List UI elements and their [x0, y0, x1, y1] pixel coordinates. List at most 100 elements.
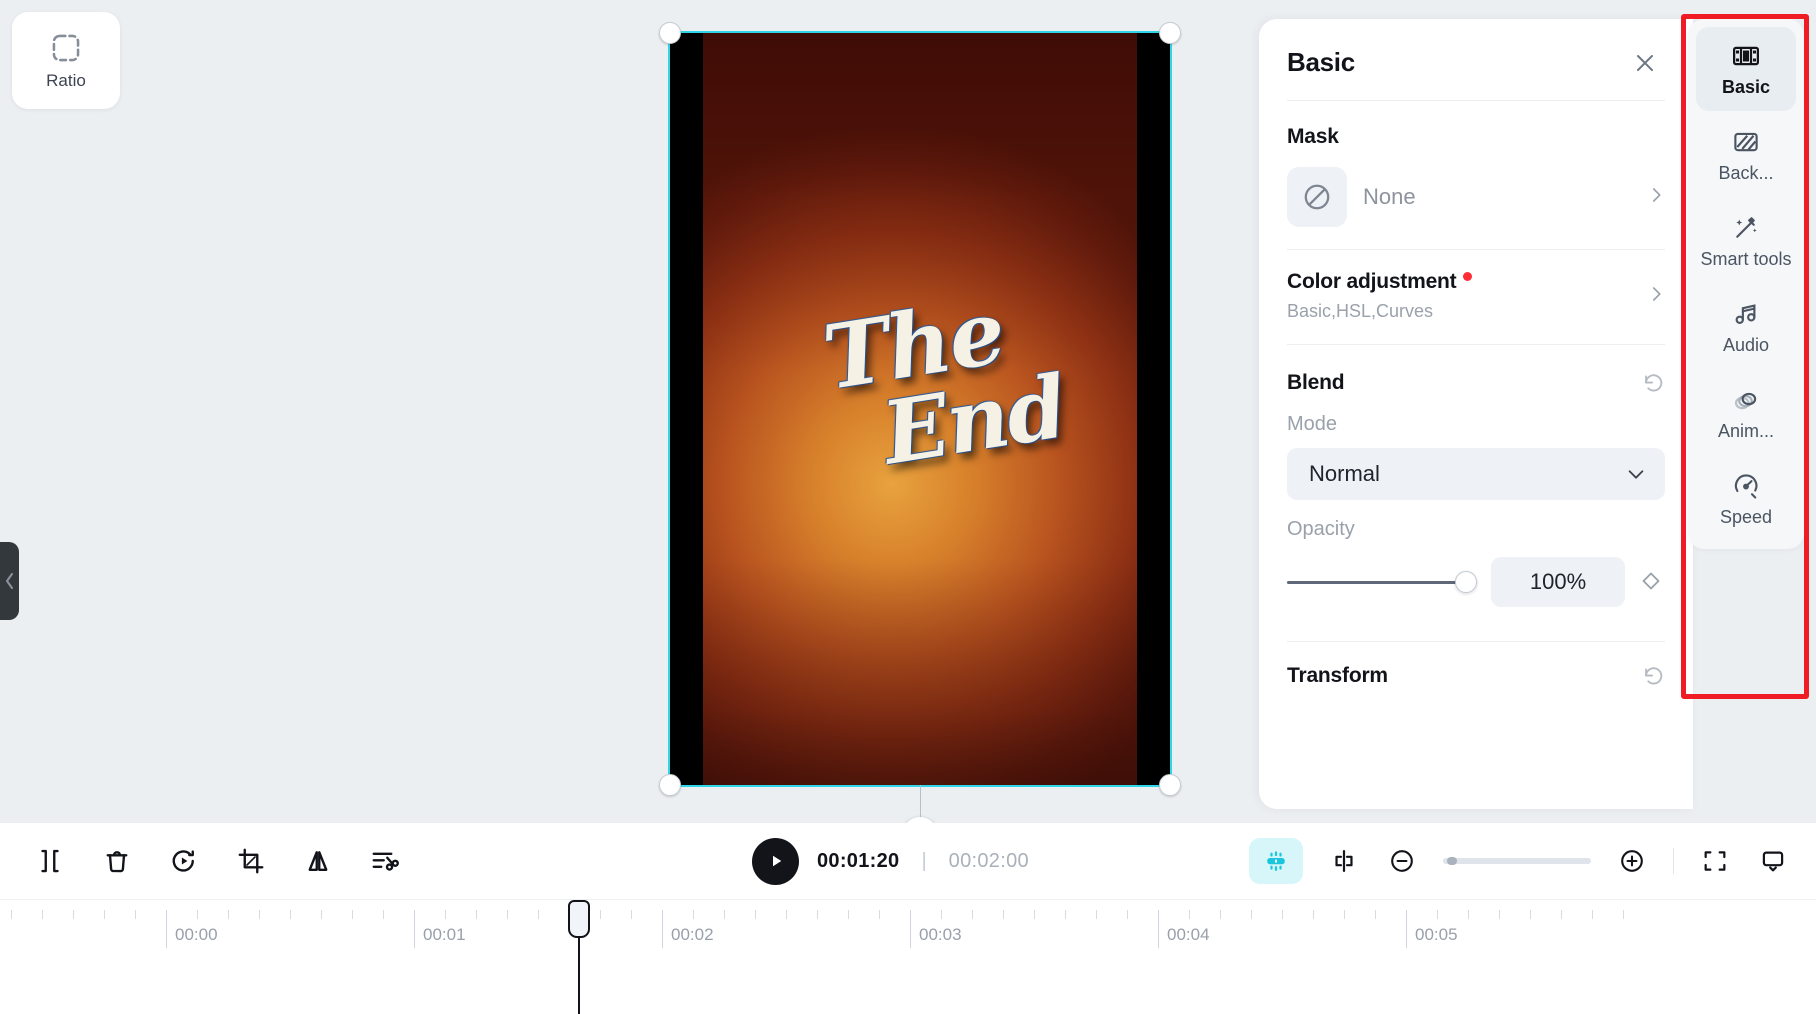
play-icon [772, 855, 781, 867]
color-adjustment-badge [1463, 272, 1473, 281]
tool-item-animation[interactable]: Anim... [1696, 371, 1796, 455]
timeline-tick-minor [1344, 910, 1345, 919]
play-button[interactable] [752, 837, 799, 885]
timeline-tick-minor [1065, 910, 1066, 919]
timeline-tick-minor [972, 910, 973, 919]
bottom-toolbar: 00:01:20 | 00:02:00 [0, 823, 1816, 899]
trash-icon [106, 851, 128, 873]
timeline-tick-minor [1282, 910, 1283, 919]
panel-close-button[interactable] [1631, 49, 1659, 77]
resize-handle-bottom-left[interactable] [659, 774, 681, 796]
timeline-ruler[interactable]: 00:00 00:01 00:02 00:03 00:04 00:05 [0, 900, 1816, 948]
timeline-tick-minor [1561, 910, 1562, 919]
timeline-tick-minor [197, 910, 198, 919]
transform-reset-button[interactable] [1642, 665, 1665, 688]
timeline-tick-major [910, 910, 911, 948]
mirror-button[interactable] [301, 844, 335, 878]
divider [1673, 848, 1674, 874]
resize-handle-bottom-right[interactable] [1159, 774, 1181, 796]
tool-item-background[interactable]: Back... [1696, 113, 1796, 197]
speedometer-icon [1734, 474, 1758, 499]
color-adjustment-sub: Basic,HSL,Curves [1287, 301, 1434, 321]
tool-item-basic[interactable]: Basic [1696, 27, 1796, 111]
timeline-tick-minor [445, 910, 446, 919]
fit-screen-icon [1704, 851, 1726, 871]
snap-center-button[interactable] [1327, 844, 1361, 878]
blend-mode-select[interactable]: Normal [1287, 448, 1665, 500]
zoom-slider-knob[interactable] [1447, 857, 1457, 865]
toolbar-left-tools [0, 844, 402, 878]
panel-collapse-tab[interactable] [0, 542, 19, 620]
timeline-tick-minor [352, 910, 353, 919]
tool-item-basic-label: Basic [1721, 76, 1771, 97]
video-editor-app: Ratio The End Basic Mask None Color adju… [0, 0, 1816, 1014]
film-strip-icon [1733, 46, 1759, 66]
chevron-right-icon [1647, 186, 1665, 209]
preview-selection[interactable]: The End [659, 22, 1181, 851]
ratio-button[interactable]: Ratio [12, 12, 120, 109]
playhead-handle[interactable] [568, 900, 590, 938]
display-options-button[interactable] [1756, 844, 1790, 878]
auto-cut-button[interactable] [368, 844, 402, 878]
timeline[interactable]: 00:00 00:01 00:02 00:03 00:04 00:05 [0, 899, 1816, 1014]
zoom-out-button[interactable] [1385, 844, 1419, 878]
opacity-slider[interactable] [1287, 571, 1477, 593]
opacity-keyframe-button[interactable] [1639, 569, 1665, 595]
current-time: 00:01:20 [817, 849, 900, 872]
tool-item-speed-label: Speed [1719, 506, 1773, 527]
tool-item-speed[interactable]: Speed [1696, 457, 1796, 541]
magic-auto-icon [1267, 851, 1285, 871]
timeline-tick-label: 00:00 [175, 925, 218, 944]
tool-item-smart-tools[interactable]: Smart tools [1696, 199, 1796, 283]
divider [1287, 344, 1665, 345]
timeline-tick-minor [1034, 910, 1035, 919]
timeline-tick-minor [476, 910, 477, 919]
zoom-in-button[interactable] [1615, 844, 1649, 878]
timeline-tick-minor [1096, 910, 1097, 919]
timeline-tick-minor [538, 910, 539, 919]
video-preview[interactable]: The End [668, 31, 1172, 787]
opacity-slider-knob[interactable] [1455, 571, 1477, 593]
timeline-tick-minor [1592, 910, 1593, 919]
opacity-value-input[interactable]: 100% [1491, 557, 1625, 607]
timeline-tick-minor [507, 910, 508, 919]
timeline-playhead[interactable] [568, 900, 590, 1014]
keyframe-diamond-icon [1642, 572, 1660, 590]
timeline-tick-minor [848, 910, 849, 919]
no-mask-icon [1304, 184, 1330, 210]
mask-selector[interactable]: None [1287, 167, 1665, 227]
timeline-tick-minor [1375, 910, 1376, 919]
resize-handle-top-right[interactable] [1159, 22, 1181, 44]
fit-screen-button[interactable] [1698, 844, 1732, 878]
delete-button[interactable] [100, 844, 134, 878]
color-adjustment-label: Color adjustment [1287, 270, 1457, 293]
magic-auto-button[interactable] [1249, 838, 1303, 884]
timeline-tick-major [414, 910, 415, 948]
zoom-slider[interactable] [1443, 857, 1591, 865]
blend-section: Blend Mode Normal Opacity 100% [1259, 371, 1693, 607]
tool-item-background-label: Back... [1718, 162, 1774, 183]
opacity-label: Opacity [1287, 518, 1355, 540]
mask-label: Mask [1287, 125, 1339, 148]
crop-button[interactable] [234, 844, 268, 878]
timeline-tick-minor [1251, 910, 1252, 919]
resize-handle-top-left[interactable] [659, 22, 681, 44]
mask-thumbnail [1287, 167, 1347, 227]
color-adjustment-row[interactable]: Color adjustment Basic,HSL,Curves [1287, 270, 1665, 322]
blend-reset-button[interactable] [1642, 372, 1665, 395]
blend-mode-value: Normal [1309, 461, 1380, 486]
split-button[interactable] [33, 844, 67, 878]
timeline-tick-major [1158, 910, 1159, 948]
timeline-tick-label: 00:03 [919, 925, 962, 944]
timeline-tick-label: 00:02 [671, 925, 714, 944]
chevron-down-icon [1628, 470, 1644, 479]
chevron-left-icon [5, 573, 13, 589]
tool-item-audio[interactable]: Audio [1696, 285, 1796, 369]
timeline-tick-minor [259, 910, 260, 919]
timeline-tick-minor [786, 910, 787, 919]
video-frame-content: The End [684, 33, 1156, 785]
timeline-tick-minor [600, 910, 601, 919]
timeline-tick-minor [135, 910, 136, 919]
reverse-button[interactable] [167, 844, 201, 878]
letterbox-right [1137, 33, 1170, 785]
